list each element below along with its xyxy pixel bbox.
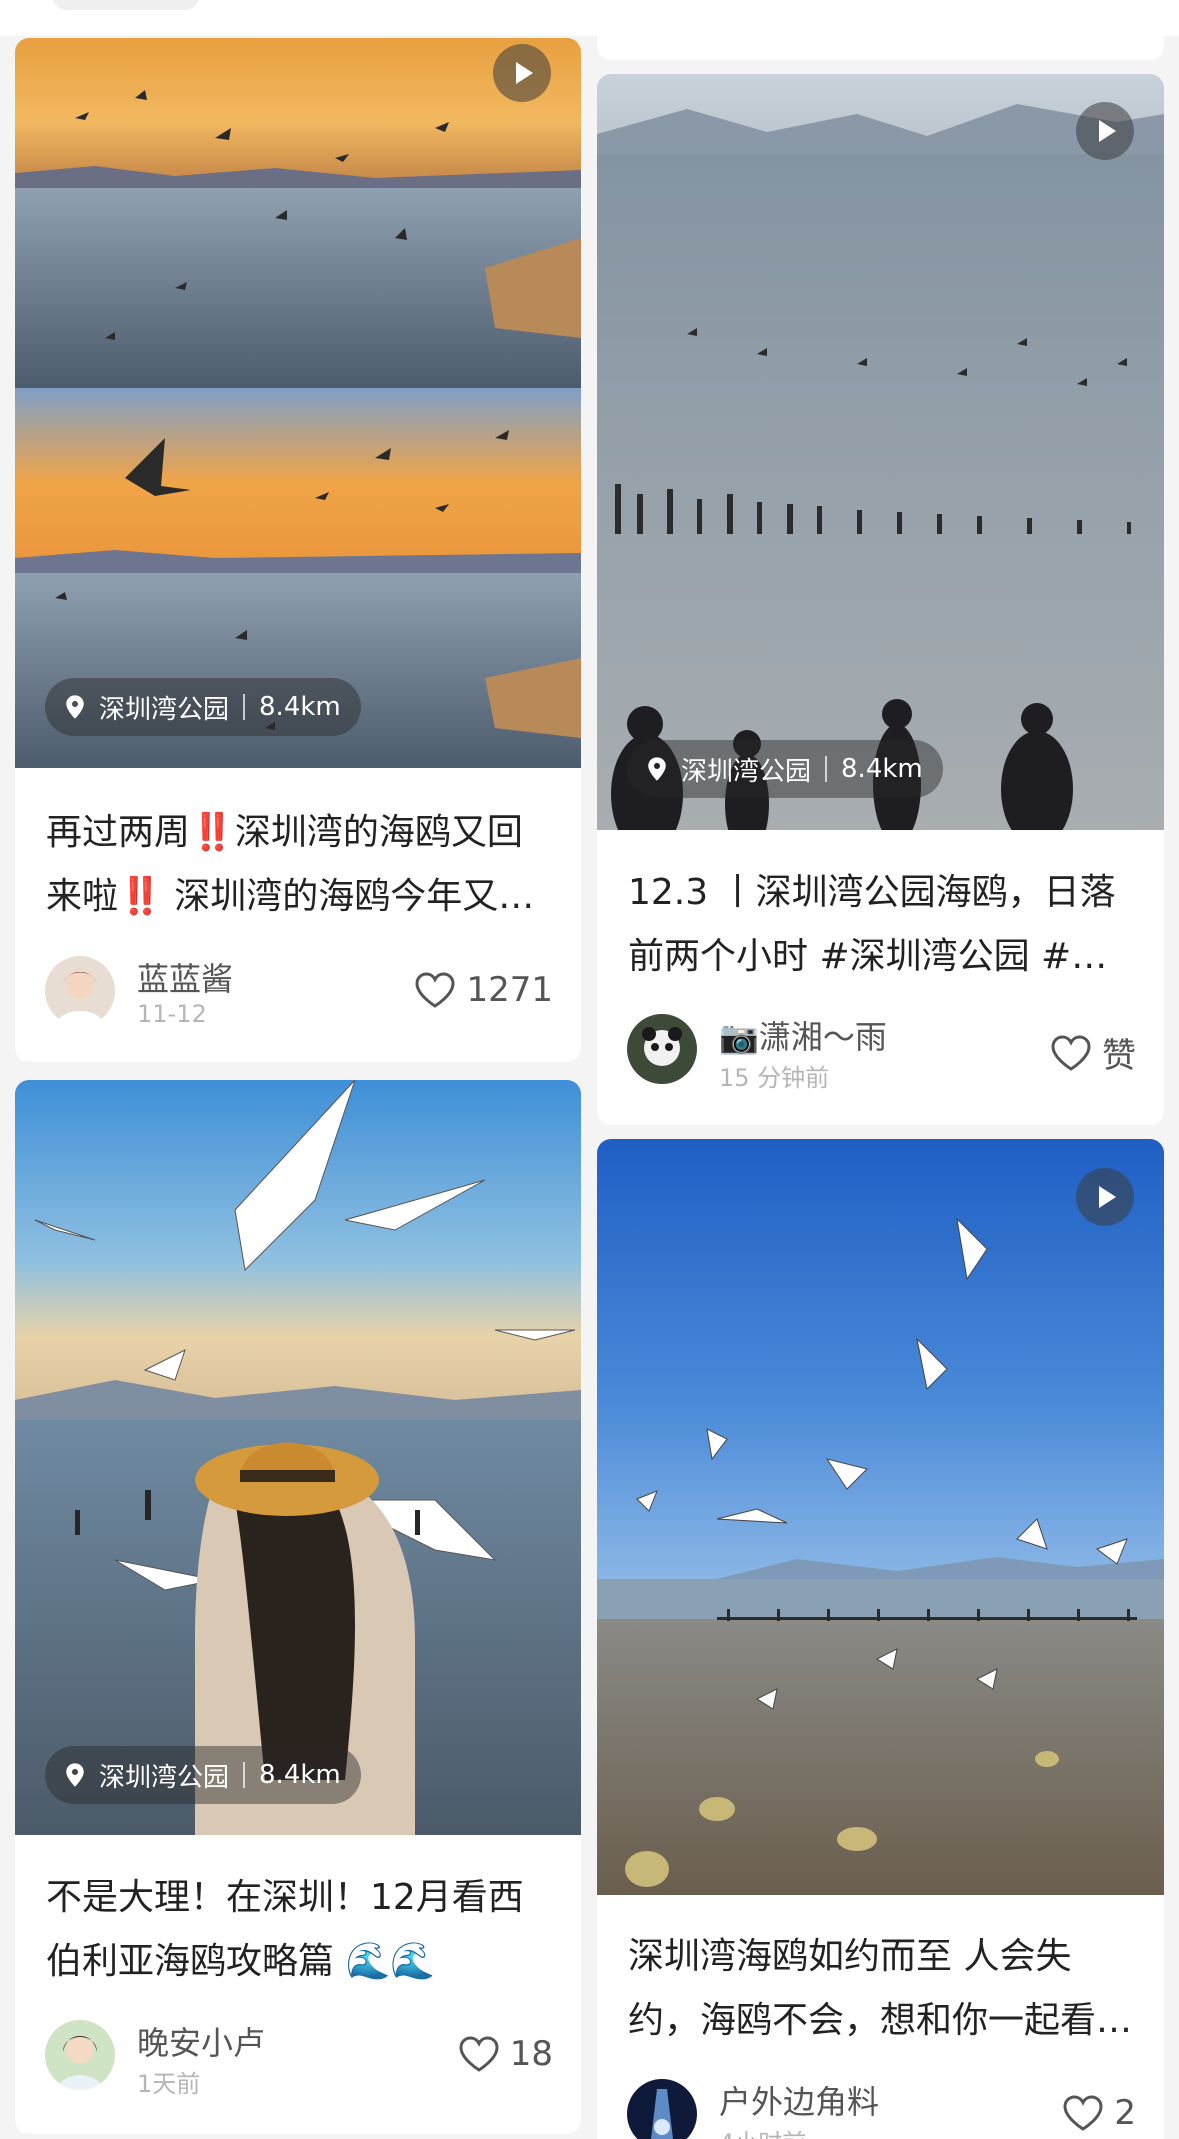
top-tab-pill[interactable]	[52, 0, 200, 10]
like-count: 赞	[1102, 1036, 1136, 1076]
note-card[interactable]: 深圳湾公园 8.4km 12.3 丨深圳湾公园海鸥，日落前两个小时 #深圳湾公园…	[597, 74, 1164, 1125]
video-play-badge	[1076, 102, 1134, 160]
post-time: 15 分钟前	[719, 1064, 830, 1092]
location-pin-icon	[66, 1763, 84, 1787]
play-icon	[1099, 1186, 1116, 1208]
location-name: 深圳湾公园	[99, 694, 230, 725]
heart-icon	[1051, 1034, 1091, 1071]
avatar[interactable]	[627, 2079, 697, 2139]
note-title[interactable]: 再过两周‼️深圳湾的海鸥又回来啦‼️ 深圳湾的海鸥今年又如约而至	[46, 801, 553, 929]
play-icon	[1099, 120, 1116, 142]
avatar[interactable]	[45, 956, 115, 1026]
note-card-partial[interactable]	[597, 0, 1164, 60]
like-button[interactable]: 18	[458, 2034, 553, 2074]
author-row: 户外边角料 4小时前 2	[627, 2079, 1136, 2139]
location-name: 深圳湾公园	[99, 1762, 230, 1793]
author-name[interactable]: 晚安小卢	[137, 2018, 265, 2064]
location-name: 深圳湾公园	[681, 756, 812, 787]
like-count: 18	[509, 2034, 553, 2074]
video-play-badge	[493, 44, 551, 102]
like-count: 1271	[466, 970, 553, 1010]
like-button[interactable]: 1271	[414, 970, 553, 1010]
author-row: 蓝蓝酱 11-12 1271	[45, 956, 553, 1032]
note-title[interactable]: 12.3 丨深圳湾公园海鸥，日落前两个小时 #深圳湾公园 #海鸥	[628, 861, 1136, 989]
heart-icon	[459, 2036, 499, 2072]
video-play-badge	[1076, 1168, 1134, 1226]
note-cover-image[interactable]: 深圳湾公园 8.4km	[15, 1080, 581, 1835]
avatar[interactable]	[627, 1014, 697, 1084]
location-distance: 8.4km	[259, 692, 341, 722]
location-pin-icon	[66, 695, 84, 719]
note-title[interactable]: 不是大理！在深圳！12月看西伯利亚海鸥攻略篇 🌊🌊	[46, 1866, 553, 1994]
note-cover-image[interactable]	[597, 1139, 1164, 1895]
location-pin-icon	[648, 757, 666, 781]
location-tag[interactable]: 深圳湾公园 8.4km	[45, 678, 361, 736]
like-button[interactable]: 2	[1062, 2093, 1136, 2133]
post-time: 1天前	[137, 2070, 201, 2098]
author-row: 晚安小卢 1天前 18	[45, 2018, 553, 2098]
location-divider	[825, 756, 828, 782]
note-card[interactable]: 深圳湾公园 8.4km 不是大理！在深圳！12月看西伯利亚海鸥攻略篇 🌊🌊 晚安…	[15, 1080, 581, 2134]
note-title[interactable]: 深圳湾海鸥如约而至 人会失约，海鸥不会，想和你一起看海鸥	[628, 1925, 1136, 2053]
note-cover-image[interactable]: 深圳湾公园 8.4km	[15, 38, 581, 768]
note-card[interactable]: 深圳湾海鸥如约而至 人会失约，海鸥不会，想和你一起看海鸥 户外边角料 4小时前 …	[597, 1139, 1164, 2139]
like-count: 2	[1114, 2093, 1136, 2133]
note-cover-image[interactable]: 深圳湾公园 8.4km	[597, 74, 1164, 830]
location-tag[interactable]: 深圳湾公园 8.4km	[627, 740, 943, 798]
note-card[interactable]: 深圳湾公园 8.4km 再过两周‼️深圳湾的海鸥又回来啦‼️ 深圳湾的海鸥今年又…	[15, 38, 581, 1062]
location-divider	[243, 694, 246, 720]
location-tag[interactable]: 深圳湾公园 8.4km	[45, 1746, 361, 1804]
author-name[interactable]: 📷潇湘～雨	[719, 1012, 887, 1058]
location-distance: 8.4km	[841, 754, 923, 784]
post-time: 11-12	[137, 1000, 207, 1028]
post-time: 4小时前	[719, 2123, 806, 2139]
play-icon	[516, 62, 533, 84]
avatar[interactable]	[45, 2020, 115, 2090]
like-button[interactable]: 赞	[1050, 1028, 1136, 1077]
author-row: 📷潇湘～雨 15 分钟前 赞	[627, 1012, 1136, 1092]
heart-icon	[415, 972, 455, 1008]
author-name[interactable]: 户外边角料	[719, 2077, 879, 2123]
location-divider	[243, 1762, 246, 1788]
author-name[interactable]: 蓝蓝酱	[137, 954, 233, 1000]
location-distance: 8.4km	[259, 1760, 341, 1790]
notes-feed: 深圳湾公园 8.4km 再过两周‼️深圳湾的海鸥又回来啦‼️ 深圳湾的海鸥今年又…	[0, 0, 1179, 2139]
heart-icon	[1063, 2095, 1103, 2131]
